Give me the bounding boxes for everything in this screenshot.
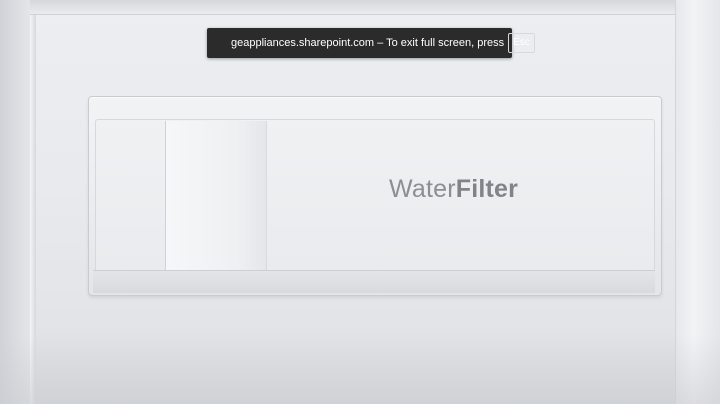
- esc-key-badge: Esc: [508, 33, 535, 53]
- filter-release-tab: [165, 121, 267, 287]
- water-filter-label: WaterFilter: [389, 175, 518, 204]
- video-frame[interactable]: WaterFilter geappliances.sharepoint.com …: [0, 0, 720, 404]
- fridge-top-lip: [30, 0, 720, 15]
- water-filter-housing: WaterFilter: [88, 96, 662, 296]
- filter-label-water: Water: [389, 175, 456, 203]
- floor-shadow: [0, 334, 720, 404]
- filter-housing-lip: [93, 270, 655, 293]
- fullscreen-message: geappliances.sharepoint.com – To exit fu…: [231, 37, 505, 49]
- fullscreen-notification: geappliances.sharepoint.com – To exit fu…: [207, 28, 535, 58]
- filter-label-filter: Filter: [455, 175, 519, 203]
